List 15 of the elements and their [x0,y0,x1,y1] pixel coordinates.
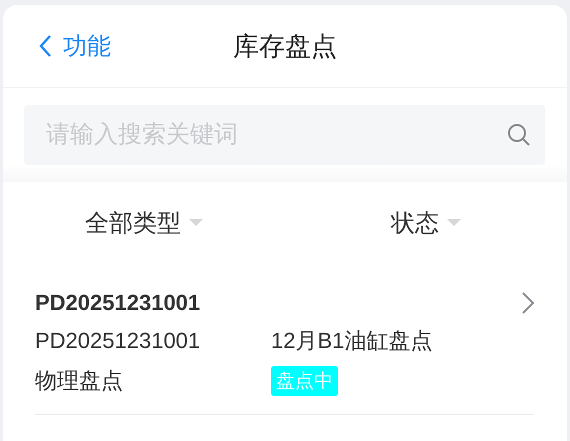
chevron-right-icon [522,292,534,314]
caret-icon [189,219,203,227]
record-type: 物理盘点 [35,367,124,395]
record-name: 12月B1油缸盘点 [271,327,434,355]
record-title: PD20251231001 [35,290,202,316]
back-icon [39,35,51,57]
record-item[interactable]: PD20251231001 PD20251231001 12月B1油缸盘点 物理盘点 盘点中 [35,264,534,415]
record-code: PD20251231001 [35,328,202,354]
caret-icon [447,219,461,227]
filter-dropdown[interactable]: 状态 [285,206,567,240]
page-title: 库存盘点 [233,30,338,62]
filter-dropdown[interactable]: 全部类型 [3,206,285,240]
status-badge: 盘点中 [271,366,338,396]
search-icon [507,123,531,147]
back-link[interactable]: 功能 [39,30,111,62]
